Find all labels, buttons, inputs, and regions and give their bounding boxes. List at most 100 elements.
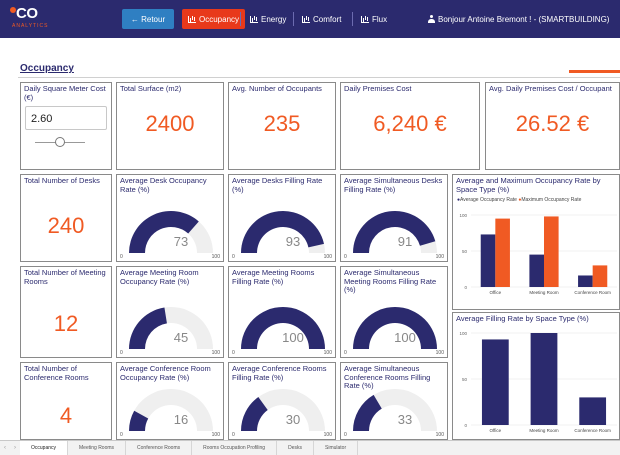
bar[interactable] [481, 339, 509, 425]
bar-chart-icon [188, 15, 196, 23]
bar-chart-icon [361, 15, 369, 23]
page-title: Occupancy [20, 63, 74, 74]
gauge-svg [241, 389, 325, 431]
gauge-min-label: 0 [232, 254, 235, 260]
surface-card: Total Surface (m2) 2400 [116, 82, 224, 170]
logo[interactable]: CO ANALYTICS [10, 5, 50, 31]
tab-occupancy[interactable]: Occupancy [20, 441, 69, 455]
gauge-value: 93 [285, 234, 301, 249]
sqm-cost-card: Daily Square Meter Cost (€) 2.60 [20, 82, 112, 170]
gauge-min-label: 0 [232, 432, 235, 438]
user-icon [428, 15, 435, 23]
gauge-value: 73 [173, 234, 189, 249]
bar[interactable] [495, 218, 510, 287]
x-tick-label: Conference Room [574, 290, 611, 295]
y-tick-label: 50 [462, 377, 468, 382]
gauge-min-label: 0 [120, 432, 123, 438]
gauge-svg [353, 389, 437, 431]
gauge-value: 100 [394, 330, 416, 345]
nav-separator [240, 12, 241, 26]
nav-occupancy[interactable]: Occupancy [182, 9, 246, 29]
gauge-card: Average Conference Rooms Filling Rate (%… [228, 362, 336, 440]
bar-chart-icon [250, 15, 258, 23]
divider [18, 77, 620, 78]
gauge-max-label: 100 [435, 350, 444, 356]
nav-comfort[interactable]: Comfort [296, 9, 347, 29]
gauge-max-label: 100 [211, 432, 220, 438]
kpi-value: 6,240 € [373, 111, 447, 136]
gauge-card: Average Conference Room Occupancy Rate (… [116, 362, 224, 440]
kpi-value: 235 [263, 111, 301, 136]
x-tick-label: Office [489, 428, 501, 433]
gauge-max-label: 100 [211, 350, 220, 356]
premises-cost-card: Daily Premises Cost 6,240 € [340, 82, 480, 170]
kpi-value: 26.52 € [515, 111, 590, 136]
cost-per-occupant-card: Avg. Daily Premises Cost / Occupant 26.5… [485, 82, 620, 170]
conference-rooms-count-card: Total Number of Conference Rooms 4 [20, 362, 112, 440]
bar[interactable] [544, 216, 559, 287]
kpi-value: 240 [47, 213, 85, 238]
gauge-max-label: 100 [323, 254, 332, 260]
back-button[interactable]: ← Retour [122, 9, 174, 29]
gauge-value: 33 [397, 412, 413, 427]
gauge-max-label: 100 [435, 254, 444, 260]
bar[interactable] [592, 265, 608, 287]
nav-energy[interactable]: Energy [244, 9, 292, 29]
card-title: Daily Square Meter Cost (€) [24, 84, 106, 102]
bar[interactable] [530, 333, 558, 425]
gauge-min-label: 0 [344, 254, 347, 260]
bar[interactable] [578, 275, 593, 287]
nav-flux[interactable]: Flux [355, 9, 393, 29]
gauge-min-label: 0 [344, 432, 347, 438]
x-tick-label: Meeting Room [529, 290, 559, 295]
gauge-value: 100 [282, 330, 304, 345]
user-greeting[interactable]: Bonjour Antoine Bremont ! - (SMARTBUILDI… [422, 9, 615, 29]
gauge-min-label: 0 [344, 350, 347, 356]
gauge-svg [129, 389, 213, 431]
gauge-card: Average Simultaneous Meeting Rooms Filli… [340, 266, 448, 358]
gauge-card: Average Desks Filling Rate (%) 93 0 100 [228, 174, 336, 262]
accent-line [569, 70, 620, 73]
filling-by-space-chart-card: Average Filling Rate by Space Type (%) 0… [452, 312, 620, 440]
y-tick-label: 100 [459, 331, 467, 336]
gauge-card: Average Meeting Rooms Filling Rate (%) 10… [228, 266, 336, 358]
gauge-min-label: 0 [232, 350, 235, 356]
desks-count-card: Total Number of Desks 240 [20, 174, 112, 262]
tab-scroll-right-icon[interactable]: › [10, 441, 20, 455]
bar-chart-icon [302, 15, 310, 23]
tab-meeting-rooms[interactable]: Meeting Rooms [68, 441, 127, 455]
gauge-card: Average Desk Occupancy Rate (%) 73 0 100 [116, 174, 224, 262]
tab-conference-rooms[interactable]: Conference Rooms [126, 441, 193, 455]
gauge-card: Average Simultaneous Conference Rooms Fi… [340, 362, 448, 440]
gauge-max-label: 100 [435, 432, 444, 438]
cost-slider-handle[interactable] [55, 137, 65, 147]
tab-simulator[interactable]: Simulator [314, 441, 359, 455]
nav-energy-label: Energy [261, 14, 287, 24]
card-title: Total Number of Meeting Rooms [24, 268, 106, 286]
y-tick-label: 100 [459, 213, 467, 218]
logo-subtext: ANALYTICS [12, 23, 49, 29]
kpi-value: 4 [59, 403, 73, 428]
card-title: Total Number of Conference Rooms [24, 364, 89, 382]
gauge-value: 16 [173, 412, 189, 427]
x-tick-label: Meeting Room [529, 428, 559, 433]
tab-rooms-occupation-profiling[interactable]: Rooms Occupation Profiling [192, 441, 278, 455]
nav-comfort-label: Comfort [313, 14, 342, 24]
bar[interactable] [579, 397, 607, 425]
top-bar: CO ANALYTICS ← Retour Occupancy Energy C… [0, 0, 620, 38]
sheet-tabs: ‹ › Occupancy Meeting Rooms Conference R… [0, 440, 620, 455]
tab-scroll-left-icon[interactable]: ‹ [0, 441, 10, 455]
kpi-value: 12 [53, 311, 79, 336]
gauge-min-label: 0 [120, 350, 123, 356]
bar[interactable] [480, 234, 496, 287]
sqm-cost-input[interactable]: 2.60 [25, 106, 107, 130]
card-title: Avg. Daily Premises Cost / Occupant [489, 84, 612, 93]
card-title: Daily Premises Cost [344, 84, 412, 93]
tab-desks[interactable]: Desks [277, 441, 314, 455]
occupancy-bar-chart: 0 50 100 Office Meeting Room Conference Room [459, 213, 617, 295]
bar[interactable] [529, 254, 544, 287]
gauge-card: Average Simultaneous Desks Filling Rate … [340, 174, 448, 262]
gauge-max-label: 100 [323, 350, 332, 356]
y-tick-label: 0 [464, 423, 467, 428]
meeting-rooms-count-card: Total Number of Meeting Rooms 12 [20, 266, 112, 358]
